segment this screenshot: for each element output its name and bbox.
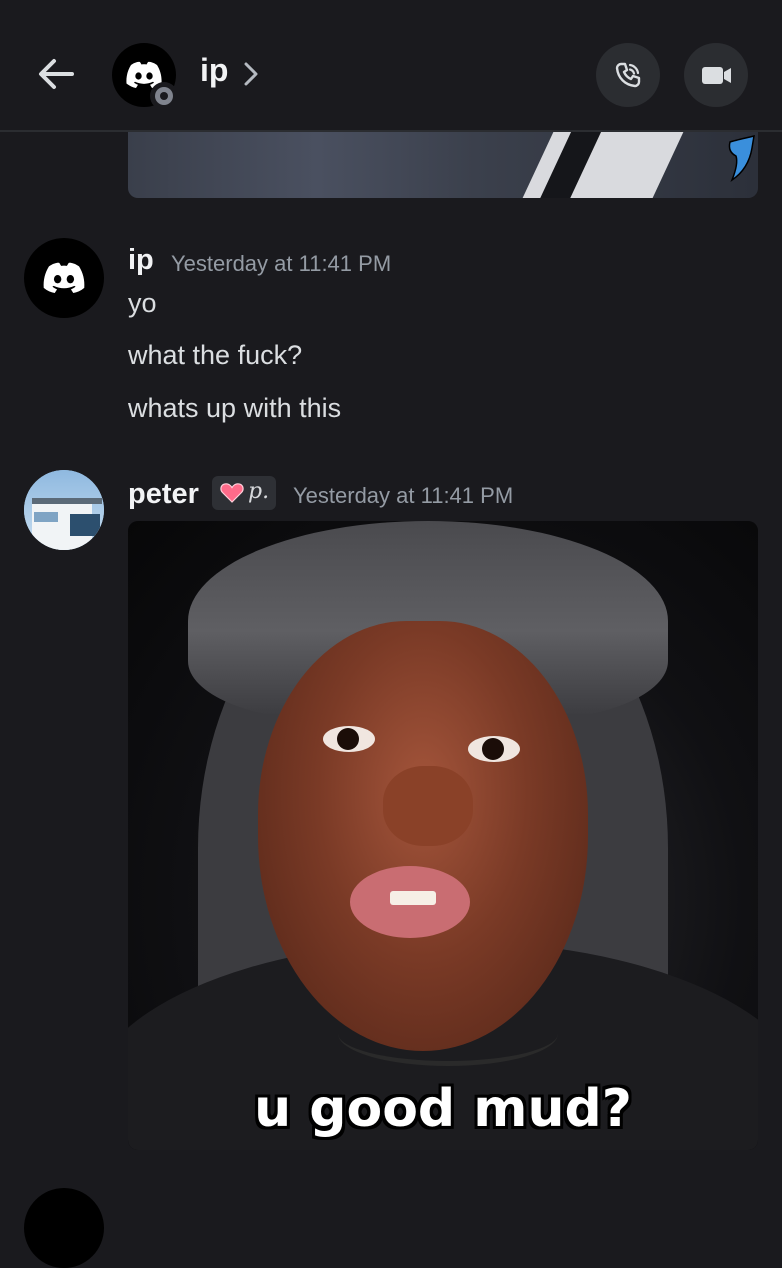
guild-tag-text: p. xyxy=(248,479,270,504)
chat-header: ip xyxy=(0,0,782,132)
video-camera-icon xyxy=(702,67,731,84)
voice-call-button[interactable] xyxy=(596,43,660,107)
message-line: whats up with this xyxy=(128,393,342,423)
image-attachment[interactable]: u good mud? xyxy=(128,521,758,1150)
message-timestamp: Yesterday at 11:41 PM xyxy=(171,251,392,276)
video-call-button[interactable] xyxy=(684,43,748,107)
message-author[interactable]: peter xyxy=(128,478,199,511)
heart-icon xyxy=(220,483,244,503)
avatar[interactable] xyxy=(24,238,104,318)
message-timestamp: Yesterday at 11:41 PM xyxy=(293,483,514,508)
status-offline-indicator xyxy=(150,82,178,110)
guild-tag-badge[interactable]: p. xyxy=(212,476,276,510)
phone-icon xyxy=(615,62,641,88)
arrow-left-icon xyxy=(39,59,74,89)
message-line: what the fuck? xyxy=(128,340,303,370)
channel-name[interactable]: ip xyxy=(200,52,228,89)
message-line: yo xyxy=(128,288,157,318)
message-author[interactable]: ip xyxy=(128,244,154,277)
image-caption-text: u good mud? xyxy=(254,1079,632,1139)
avatar[interactable] xyxy=(24,1188,104,1268)
bird-icon xyxy=(728,134,755,182)
back-button[interactable] xyxy=(34,52,78,96)
chevron-right-icon[interactable] xyxy=(242,60,260,93)
discord-logo-icon xyxy=(43,262,85,294)
avatar[interactable] xyxy=(24,470,104,550)
